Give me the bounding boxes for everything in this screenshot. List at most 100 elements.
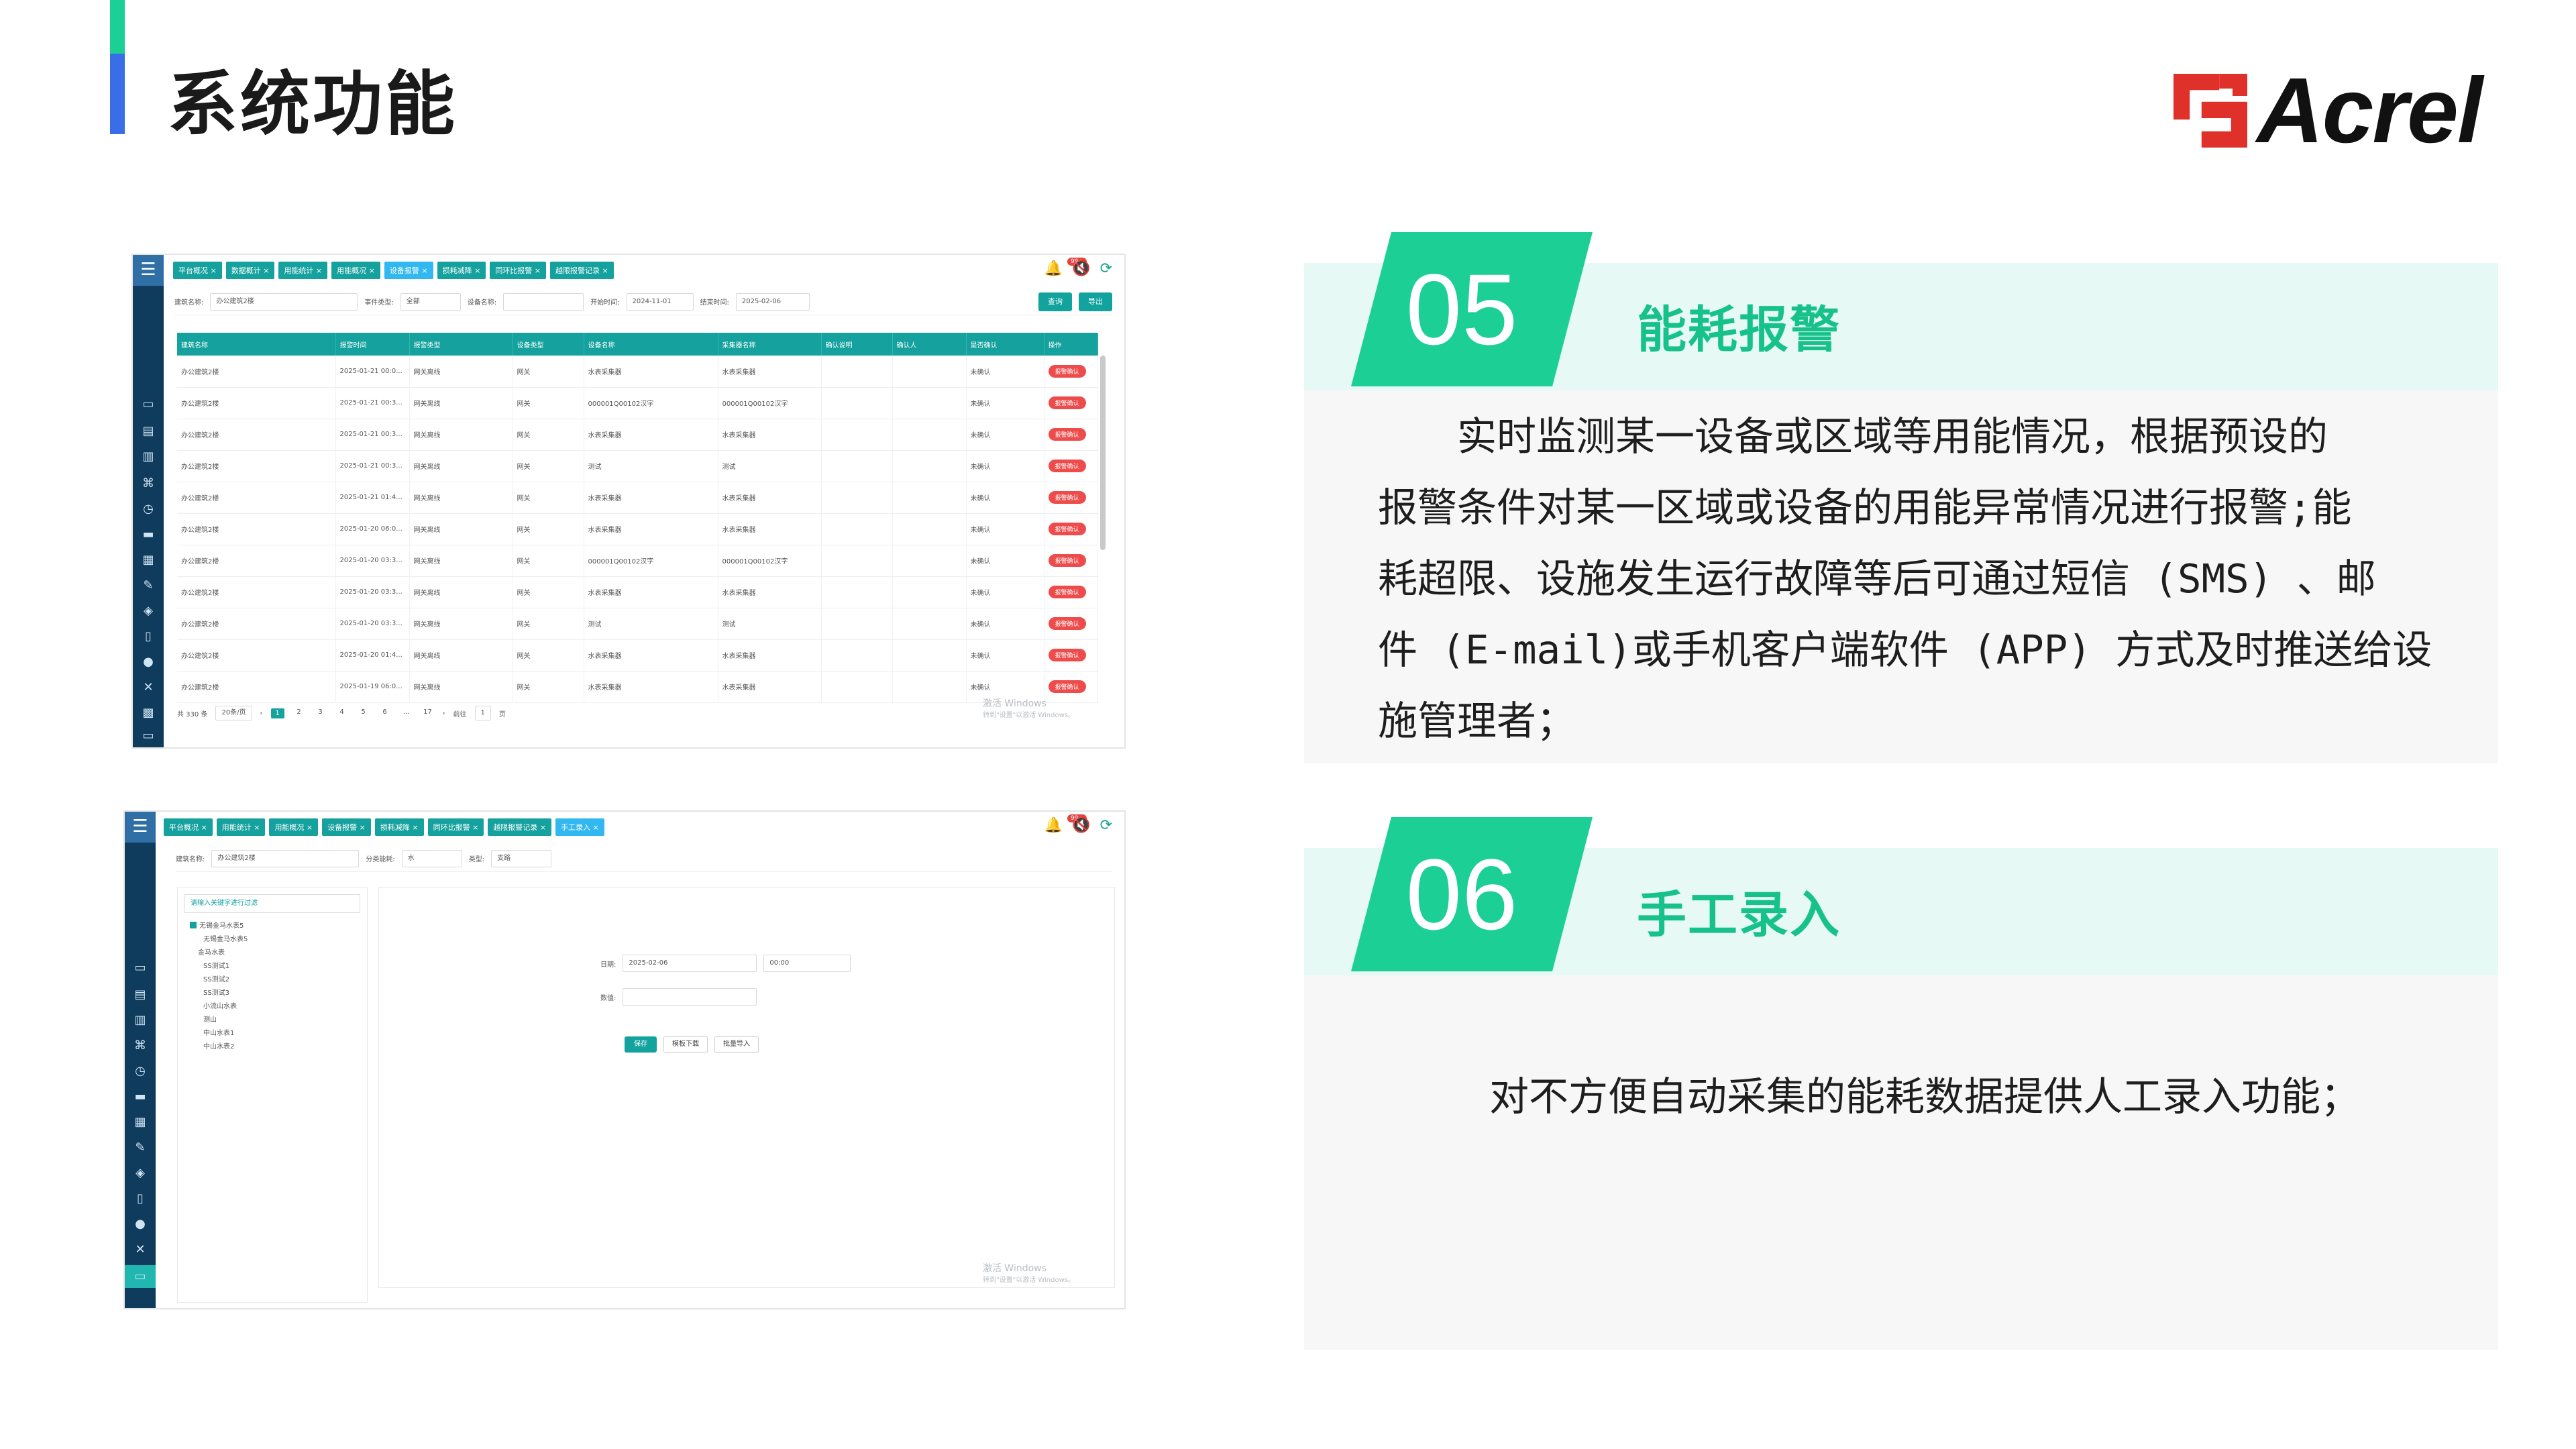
building-icon[interactable]: ▦ bbox=[133, 1115, 148, 1130]
confirm-alarm-button[interactable]: 报警确认 bbox=[1048, 364, 1086, 378]
folder-icon[interactable]: ▬ bbox=[133, 1089, 148, 1104]
start-time-input[interactable]: 2024-11-01 bbox=[626, 292, 694, 311]
pin-icon[interactable]: ● bbox=[141, 655, 156, 669]
pin-icon[interactable]: ● bbox=[133, 1217, 148, 1232]
table-row[interactable]: 办公建筑2楼 2025-01-20 06:0... 网关离线 网关 水表采集器 水表采集器… bbox=[177, 513, 1098, 545]
document-icon[interactable]: ▤ bbox=[133, 987, 148, 1002]
confirm-alarm-button[interactable]: 报警确认 bbox=[1048, 586, 1086, 598]
device-name-input[interactable] bbox=[503, 292, 584, 311]
date-input[interactable]: 2025-02-06 bbox=[623, 955, 757, 972]
document-icon[interactable]: ▤ bbox=[141, 424, 156, 439]
edit-icon[interactable]: ✎ bbox=[141, 578, 156, 593]
table-row[interactable]: 办公建筑2楼 2025-01-20 03:3... 网关离线 网关 测试 测试 未确认 报警确… bbox=[177, 608, 1098, 640]
confirm-alarm-button[interactable]: 报警确认 bbox=[1048, 523, 1086, 535]
tree-search-input[interactable]: 请输入关键字进行过滤 bbox=[184, 894, 360, 913]
screen-icon[interactable]: ▭ bbox=[141, 729, 156, 743]
column-header[interactable]: 确认人 bbox=[892, 333, 967, 356]
table-row[interactable]: 办公建筑2楼 2025-01-20 01:4... 网关离线 网关 水表采集器 水表采集器… bbox=[177, 639, 1098, 672]
report-icon[interactable]: ▥ bbox=[141, 449, 156, 464]
save-button[interactable]: 保存 bbox=[625, 1036, 657, 1053]
tree-item[interactable]: 中山水表1 bbox=[178, 1027, 367, 1040]
tab-energy-overview[interactable]: 用能概况 × bbox=[269, 818, 319, 836]
confirm-alarm-button[interactable]: 报警确认 bbox=[1048, 428, 1086, 441]
tab-loss[interactable]: 损耗减降 × bbox=[437, 262, 486, 279]
table-row[interactable]: 办公建筑2楼 2025-01-21 00:0... 网关离线 网关 水表采集器 水表采集器… bbox=[177, 356, 1098, 388]
shield-icon[interactable]: ◈ bbox=[141, 604, 156, 619]
table-row[interactable]: 办公建筑2楼 2025-01-21 00:3... 网关离线 网关 水表采集器 水表采集器… bbox=[177, 419, 1098, 451]
next-page-icon[interactable]: › bbox=[443, 710, 445, 717]
folder-icon[interactable]: ▬ bbox=[141, 527, 156, 542]
tools-icon[interactable]: ✕ bbox=[141, 680, 156, 695]
column-header[interactable]: 设备名称 bbox=[584, 333, 718, 356]
edit-icon[interactable]: ✎ bbox=[133, 1140, 148, 1155]
column-header[interactable]: 设备类型 bbox=[513, 333, 584, 356]
clock-icon[interactable]: ◷ bbox=[133, 1064, 148, 1079]
menu-icon[interactable]: ☰ bbox=[125, 812, 156, 843]
page-number[interactable]: ... bbox=[400, 708, 413, 718]
tab-device-alarm[interactable]: 设备报警 × bbox=[384, 262, 433, 279]
refresh-icon[interactable]: ⟳ bbox=[1100, 260, 1112, 277]
tree-item[interactable]: SS测试2 bbox=[178, 973, 367, 987]
tab-device-alarm[interactable]: 设备报警 × bbox=[322, 818, 371, 836]
confirm-alarm-button[interactable]: 报警确认 bbox=[1048, 460, 1086, 472]
screen-icon[interactable]: ▭ bbox=[125, 1265, 156, 1288]
column-header[interactable]: 建筑名称 bbox=[177, 333, 336, 356]
category-select[interactable]: 水 bbox=[401, 849, 462, 867]
table-row[interactable]: 办公建筑2楼 2025-01-21 00:3... 网关离线 网关 000001Q001… bbox=[177, 387, 1098, 419]
tree-item[interactable]: 金马水表 bbox=[178, 947, 367, 960]
page-number[interactable]: 6 bbox=[378, 708, 392, 718]
page-number[interactable]: 17 bbox=[421, 708, 435, 718]
monitor-icon[interactable]: ▭ bbox=[141, 397, 156, 412]
column-header[interactable]: 报警类型 bbox=[409, 333, 513, 356]
tree-item[interactable]: 测山 bbox=[178, 1014, 367, 1027]
tree-item[interactable]: 中山水表2 bbox=[178, 1040, 367, 1054]
menu-icon[interactable]: ☰ bbox=[133, 255, 164, 286]
confirm-alarm-button[interactable]: 报警确认 bbox=[1048, 680, 1086, 693]
tools-icon[interactable]: ✕ bbox=[133, 1242, 148, 1257]
confirm-alarm-button[interactable]: 报警确认 bbox=[1048, 617, 1086, 630]
bell-icon[interactable]: 🔔 bbox=[1044, 260, 1063, 277]
mute-icon[interactable]: 🔇 bbox=[1072, 817, 1090, 834]
book-icon[interactable]: ▩ bbox=[141, 706, 156, 720]
monitor-icon[interactable]: ▭ bbox=[133, 961, 148, 975]
tab-platform[interactable]: 平台概况 × bbox=[173, 262, 222, 279]
tab-loss[interactable]: 损耗减降 × bbox=[374, 818, 424, 836]
refresh-icon[interactable]: ⟳ bbox=[1100, 817, 1112, 834]
confirm-alarm-button[interactable]: 报警确认 bbox=[1048, 491, 1086, 504]
table-row[interactable]: 办公建筑2楼 2025-01-21 01:4... 网关离线 网关 水表采集器 水表采集器… bbox=[177, 482, 1098, 514]
tab-manual-entry[interactable]: 手工录入 × bbox=[555, 818, 604, 836]
page-number[interactable]: 4 bbox=[335, 708, 349, 718]
shield-icon[interactable]: ◈ bbox=[133, 1166, 148, 1181]
page-number[interactable]: 1 bbox=[270, 708, 284, 718]
export-button[interactable]: 导出 bbox=[1079, 292, 1112, 311]
template-download-button[interactable]: 模板下载 bbox=[663, 1036, 708, 1053]
page-number[interactable]: 5 bbox=[357, 708, 370, 718]
report-icon[interactable]: ▥ bbox=[133, 1013, 148, 1028]
column-header[interactable]: 操作 bbox=[1044, 333, 1098, 356]
tab-yoy-alarm[interactable]: 同环比报警 × bbox=[490, 262, 547, 279]
table-scrollbar[interactable] bbox=[1100, 356, 1106, 550]
value-input[interactable] bbox=[623, 988, 757, 1006]
table-row[interactable]: 办公建筑2楼 2025-01-19 06:0... 网关离线 网关 水表采集器 水表采集器… bbox=[177, 671, 1098, 703]
building-icon[interactable]: ▦ bbox=[141, 553, 156, 568]
building-select[interactable]: 办公建筑2楼 bbox=[210, 292, 358, 311]
checkbox-icon[interactable] bbox=[190, 922, 197, 928]
prev-page-icon[interactable]: ‹ bbox=[260, 710, 263, 717]
page-number[interactable]: 3 bbox=[314, 708, 327, 718]
tab-data[interactable]: 数据概计 × bbox=[225, 262, 275, 279]
tree-item[interactable]: SS测试3 bbox=[178, 987, 367, 1000]
column-header[interactable]: 采集器名称 bbox=[718, 333, 822, 356]
goto-input[interactable]: 1 bbox=[474, 706, 491, 720]
page-number[interactable]: 2 bbox=[292, 708, 306, 718]
mute-icon[interactable]: 🔇 bbox=[1072, 260, 1090, 277]
confirm-alarm-button[interactable]: 报警确认 bbox=[1048, 396, 1086, 409]
tree-item[interactable]: SS测试1 bbox=[178, 960, 367, 973]
column-header[interactable]: 是否确认 bbox=[966, 333, 1044, 356]
tab-yoy-alarm[interactable]: 同环比报警 × bbox=[427, 818, 484, 836]
clock-icon[interactable]: ◷ bbox=[141, 502, 156, 517]
time-input[interactable]: 00:00 bbox=[763, 955, 851, 972]
tab-energy-stats[interactable]: 用能统计 × bbox=[278, 262, 328, 279]
tree-item[interactable]: 小流山水表 bbox=[178, 1000, 367, 1014]
column-header[interactable]: 报警时间 bbox=[335, 333, 410, 356]
tab-platform[interactable]: 平台概况 × bbox=[164, 818, 213, 836]
